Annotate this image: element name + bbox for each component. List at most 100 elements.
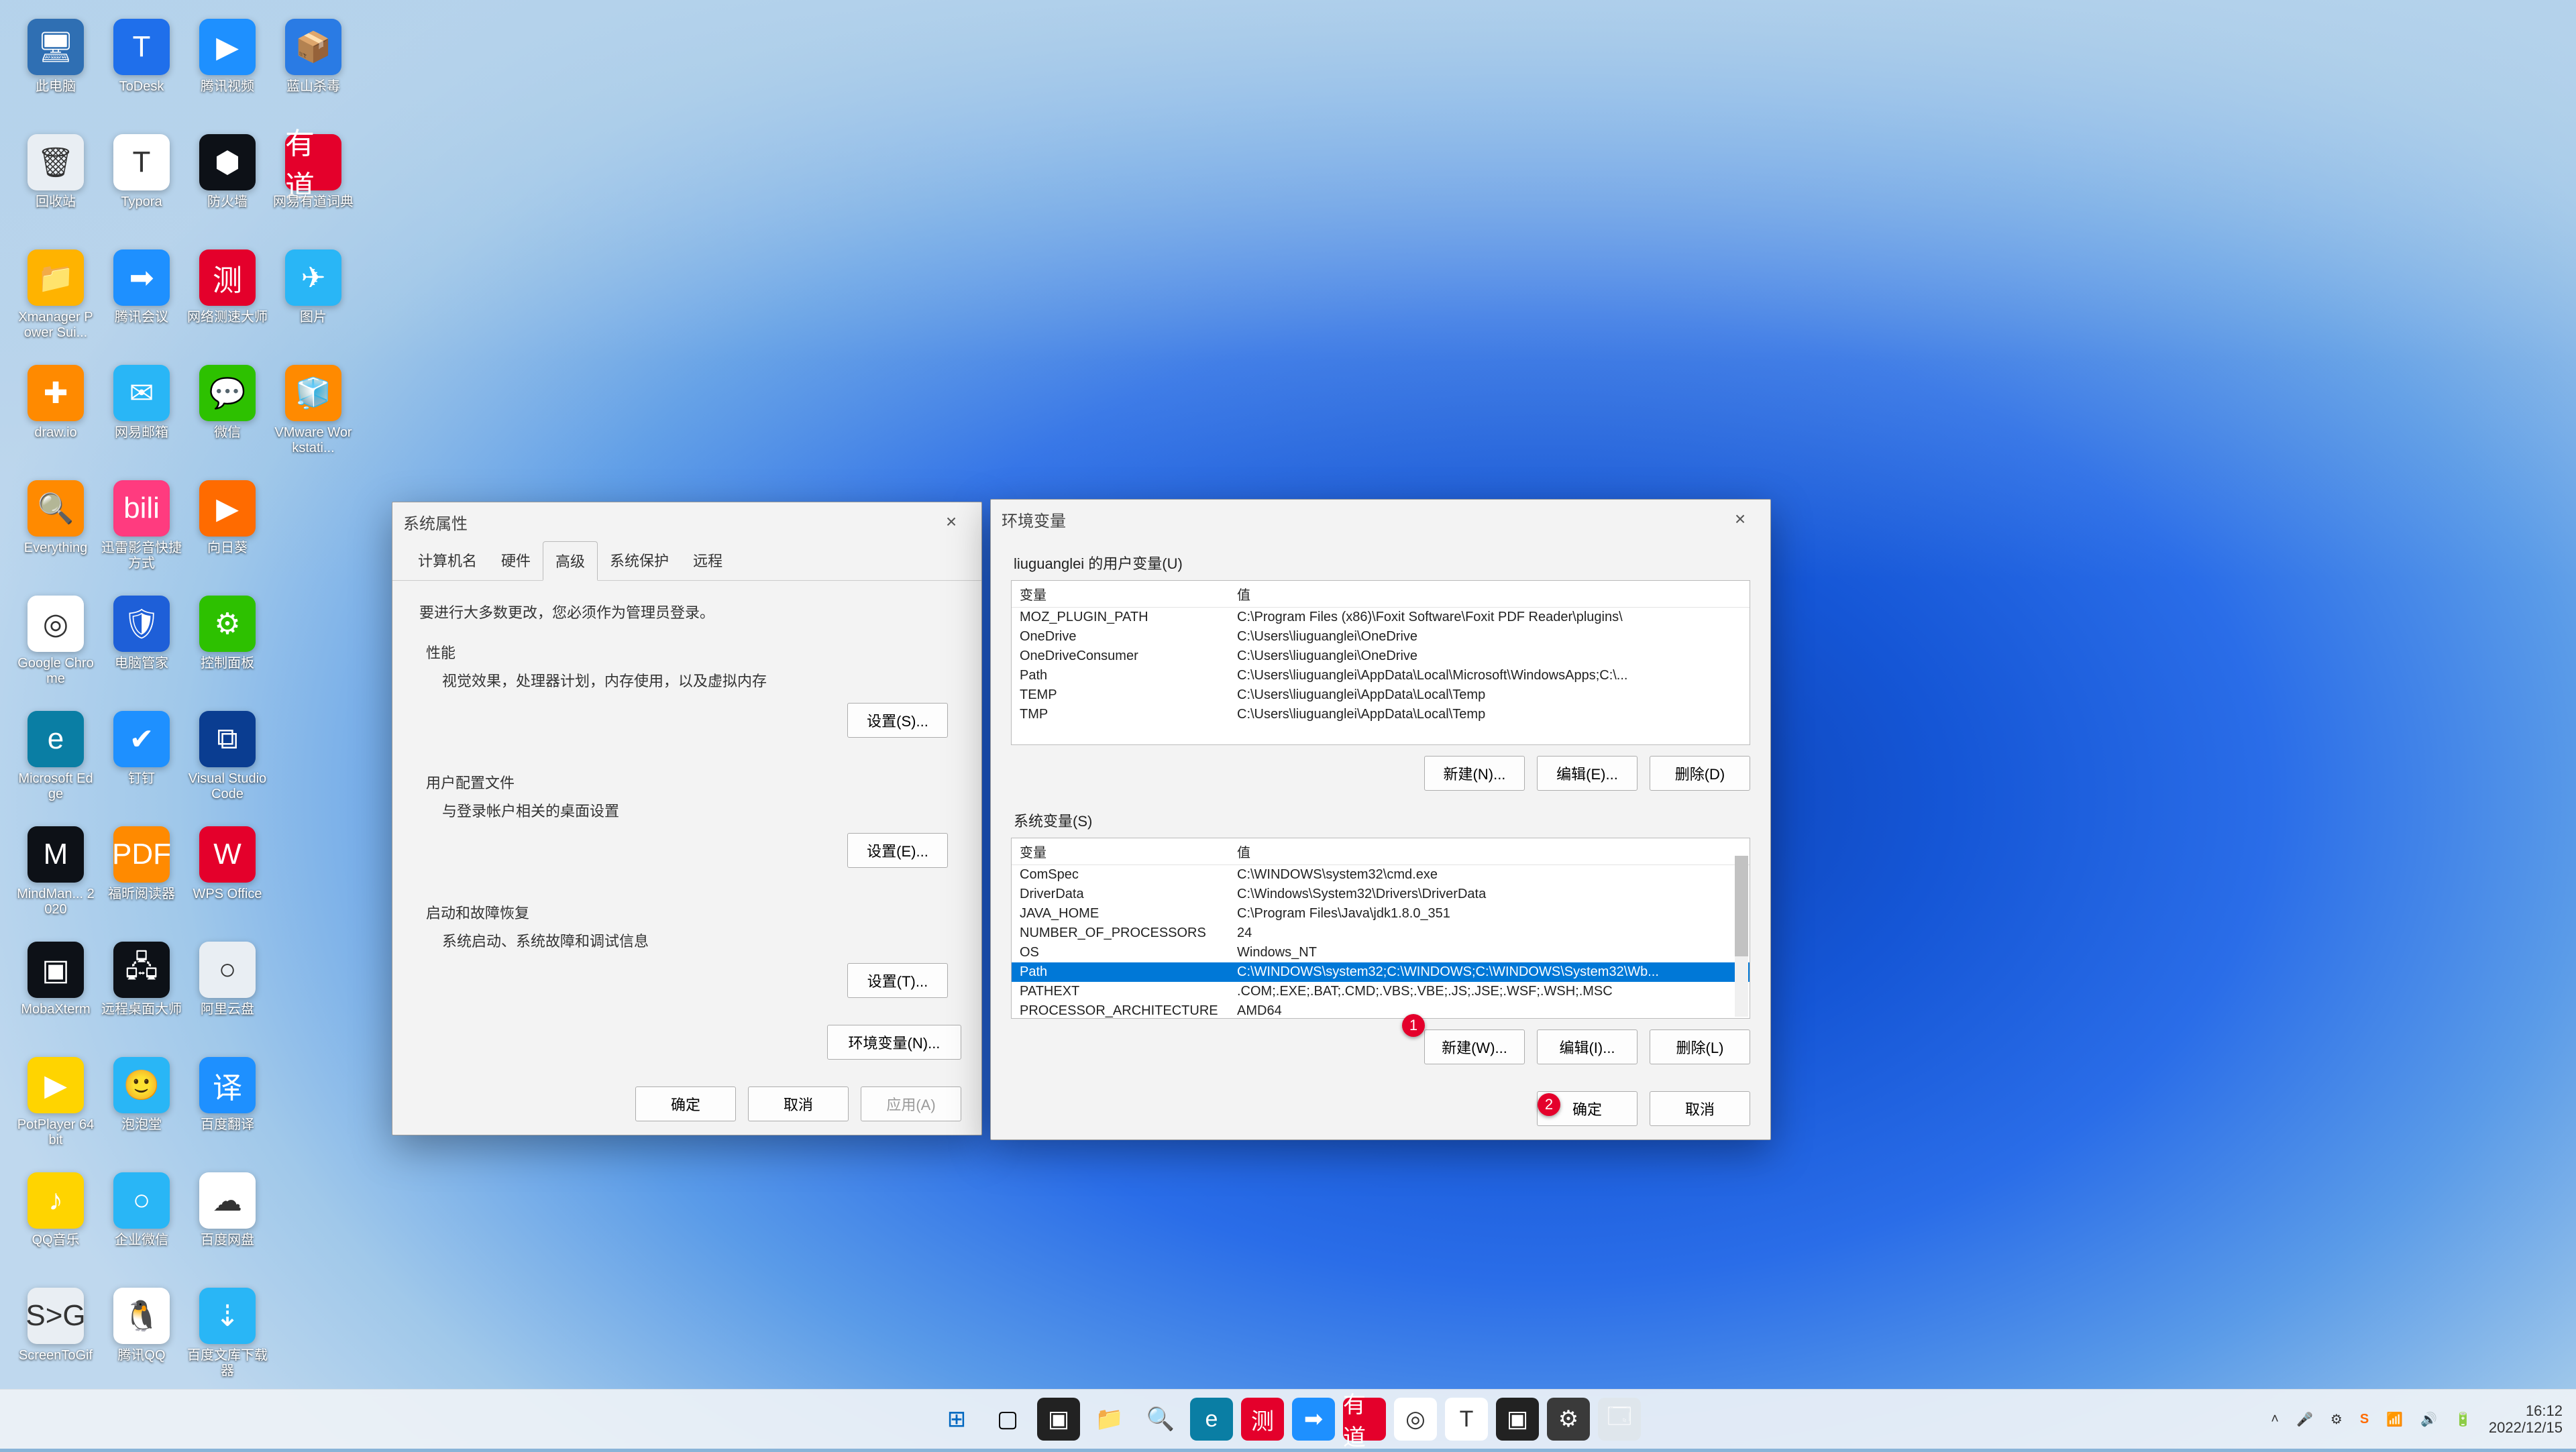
desktop-icon[interactable]: ▶腾讯视频 — [185, 13, 270, 127]
taskbar-clock[interactable]: 16:12 2022/12/15 — [2489, 1402, 2563, 1437]
desktop-icon[interactable]: 测网络测速大师 — [185, 244, 270, 358]
table-row[interactable]: NUMBER_OF_PROCESSORS24 — [1012, 924, 1750, 943]
cancel-button[interactable]: 取消 — [1650, 1091, 1750, 1126]
tray-battery-icon[interactable]: 🔋 — [2455, 1411, 2471, 1428]
taskbar-edge-icon[interactable]: e — [1190, 1398, 1233, 1441]
desktop-icon[interactable]: ▣MobaXterm — [13, 936, 98, 1050]
tray-wifi-icon[interactable]: 📶 — [2386, 1411, 2403, 1428]
desktop-icon[interactable]: ✉网易邮箱 — [99, 359, 184, 473]
sys-vars-table[interactable]: 变量 值 ComSpecC:\WINDOWS\system32\cmd.exeD… — [1011, 838, 1750, 1019]
desktop-icon[interactable]: 译百度翻译 — [185, 1052, 270, 1166]
table-row[interactable]: OneDriveC:\Users\liuguanglei\OneDrive — [1012, 627, 1750, 647]
taskbar-youdao-icon[interactable]: 有道 — [1343, 1398, 1386, 1441]
desktop-icon[interactable]: ⇣百度文库下载器 — [185, 1282, 270, 1396]
taskbar-terminal-icon[interactable]: ▣ — [1037, 1398, 1080, 1441]
apply-button[interactable]: 应用(A) — [861, 1086, 961, 1121]
desktop-icon[interactable]: 🧊VMware Workstati... — [271, 359, 356, 473]
desktop-icon[interactable]: ▶PotPlayer 64 bit — [13, 1052, 98, 1166]
table-row[interactable]: JAVA_HOMEC:\Program Files\Java\jdk1.8.0_… — [1012, 904, 1750, 924]
desktop-icon[interactable]: eMicrosoft Edge — [13, 706, 98, 820]
tab-硬件[interactable]: 硬件 — [489, 541, 543, 580]
table-row[interactable]: OSWindows_NT — [1012, 943, 1750, 962]
desktop-icon[interactable]: ○阿里云盘 — [185, 936, 270, 1050]
taskbar-cmd-icon[interactable]: ▣ — [1496, 1398, 1539, 1441]
startup-settings-button[interactable]: 设置(T)... — [847, 963, 948, 998]
desktop-icon[interactable]: 🗑回收站 — [13, 129, 98, 243]
taskbar-netspeed-icon[interactable]: 测 — [1241, 1398, 1284, 1441]
cancel-button[interactable]: 取消 — [748, 1086, 849, 1121]
tray-chevron-icon[interactable]: ˄ — [2271, 1412, 2279, 1427]
taskbar-explorer-icon[interactable]: 📁 — [1088, 1398, 1131, 1441]
table-row[interactable]: PathC:\WINDOWS\system32;C:\WINDOWS;C:\WI… — [1012, 962, 1750, 982]
table-row[interactable]: PathC:\Users\liuguanglei\AppData\Local\M… — [1012, 666, 1750, 685]
tab-计算机名[interactable]: 计算机名 — [406, 541, 489, 580]
desktop-icon[interactable]: ✈图片 — [271, 244, 356, 358]
desktop-icon[interactable]: WWPS Office — [185, 821, 270, 935]
desktop-icon[interactable]: ○企业微信 — [99, 1167, 184, 1281]
desktop-icon[interactable]: 🛡电脑管家 — [99, 590, 184, 704]
desktop-icon[interactable]: S>GScreenToGif — [13, 1282, 98, 1396]
ok-button[interactable]: 确定 — [635, 1086, 736, 1121]
table-row[interactable]: MOZ_PLUGIN_PATHC:\Program Files (x86)\Fo… — [1012, 608, 1750, 627]
profile-settings-button[interactable]: 设置(E)... — [847, 833, 948, 868]
env-vars-button[interactable]: 环境变量(N)... — [827, 1025, 961, 1060]
desktop-icon[interactable]: TTypora — [99, 129, 184, 243]
desktop-icon[interactable]: PDF福昕阅读器 — [99, 821, 184, 935]
desktop-icon[interactable]: 📁Xmanager Power Sui... — [13, 244, 98, 358]
tray-volume-icon[interactable]: 🔊 — [2420, 1411, 2437, 1428]
desktop-icon[interactable]: 🖥此电脑 — [13, 13, 98, 127]
table-row[interactable]: PROCESSOR_ARCHITECTUREAMD64 — [1012, 1001, 1750, 1019]
desktop-icon[interactable]: ⬢防火墙 — [185, 129, 270, 243]
desktop-icon[interactable]: 🐧腾讯QQ — [99, 1282, 184, 1396]
sys-edit-button[interactable]: 编辑(I)... — [1537, 1029, 1638, 1064]
taskbar-sysprops-task-icon[interactable]: 🗔 — [1598, 1398, 1641, 1441]
desktop-icon[interactable]: ♪QQ音乐 — [13, 1167, 98, 1281]
tab-远程[interactable]: 远程 — [681, 541, 735, 580]
sys-new-button[interactable]: 新建(W)... — [1424, 1029, 1525, 1064]
desktop-icon[interactable]: ⚙控制面板 — [185, 590, 270, 704]
col-value[interactable]: 值 — [1229, 838, 1750, 864]
table-row[interactable]: ComSpecC:\WINDOWS\system32\cmd.exe — [1012, 865, 1750, 885]
scrollbar-thumb[interactable] — [1735, 856, 1748, 956]
table-row[interactable]: TMPC:\Users\liuguanglei\AppData\Local\Te… — [1012, 705, 1750, 724]
desktop-icon[interactable]: ✔钉钉 — [99, 706, 184, 820]
titlebar[interactable]: 系统属性 × — [392, 502, 981, 541]
taskbar-chrome-icon[interactable]: ◎ — [1394, 1398, 1437, 1441]
desktop-icon[interactable]: MMindMan... 2020 — [13, 821, 98, 935]
tray-mic-icon[interactable]: 🎤 — [2296, 1411, 2313, 1428]
desktop-icon[interactable]: bili迅雷影音快捷方式 — [99, 475, 184, 589]
taskbar-start-icon[interactable]: ⊞ — [935, 1398, 978, 1441]
col-variable[interactable]: 变量 — [1012, 838, 1229, 864]
user-vars-table[interactable]: 变量 值 MOZ_PLUGIN_PATHC:\Program Files (x8… — [1011, 580, 1750, 745]
taskbar-typora-icon[interactable]: T — [1445, 1398, 1488, 1441]
user-edit-button[interactable]: 编辑(E)... — [1537, 756, 1638, 791]
tray-ime-icon[interactable]: S — [2360, 1412, 2369, 1427]
close-icon[interactable]: × — [932, 511, 971, 533]
desktop-icon[interactable]: 🙂泡泡堂 — [99, 1052, 184, 1166]
table-row[interactable]: TEMPC:\Users\liuguanglei\AppData\Local\T… — [1012, 685, 1750, 705]
user-delete-button[interactable]: 删除(D) — [1650, 756, 1750, 791]
desktop-icon[interactable]: ⧉Visual Studio Code — [185, 706, 270, 820]
desktop-icon[interactable]: ➡腾讯会议 — [99, 244, 184, 358]
table-row[interactable]: DriverDataC:\Windows\System32\Drivers\Dr… — [1012, 885, 1750, 904]
col-variable[interactable]: 变量 — [1012, 581, 1229, 607]
desktop-icon[interactable]: ✚draw.io — [13, 359, 98, 473]
table-row[interactable]: OneDriveConsumerC:\Users\liuguanglei\One… — [1012, 647, 1750, 666]
perf-settings-button[interactable]: 设置(S)... — [847, 703, 948, 738]
taskbar-settings-icon[interactable]: ⚙ — [1547, 1398, 1590, 1441]
taskbar-taskview-icon[interactable]: ▢ — [986, 1398, 1029, 1441]
desktop-icon[interactable]: 📦蓝山杀毒 — [271, 13, 356, 127]
col-value[interactable]: 值 — [1229, 581, 1750, 607]
desktop-icon[interactable]: 🔍Everything — [13, 475, 98, 589]
desktop-icon[interactable]: TToDesk — [99, 13, 184, 127]
taskbar-search-icon[interactable]: 🔍 — [1139, 1398, 1182, 1441]
desktop-icon[interactable]: 🖧远程桌面大师 — [99, 936, 184, 1050]
desktop-icon[interactable]: ◎Google Chrome — [13, 590, 98, 704]
tab-系统保护[interactable]: 系统保护 — [598, 541, 681, 580]
tab-高级[interactable]: 高级 — [543, 541, 598, 581]
taskbar-tencent-icon[interactable]: ➡ — [1292, 1398, 1335, 1441]
close-icon[interactable]: × — [1721, 508, 1760, 530]
tray-gear-icon[interactable]: ⚙ — [2330, 1411, 2343, 1428]
user-new-button[interactable]: 新建(N)... — [1424, 756, 1525, 791]
desktop-icon[interactable]: ☁百度网盘 — [185, 1167, 270, 1281]
